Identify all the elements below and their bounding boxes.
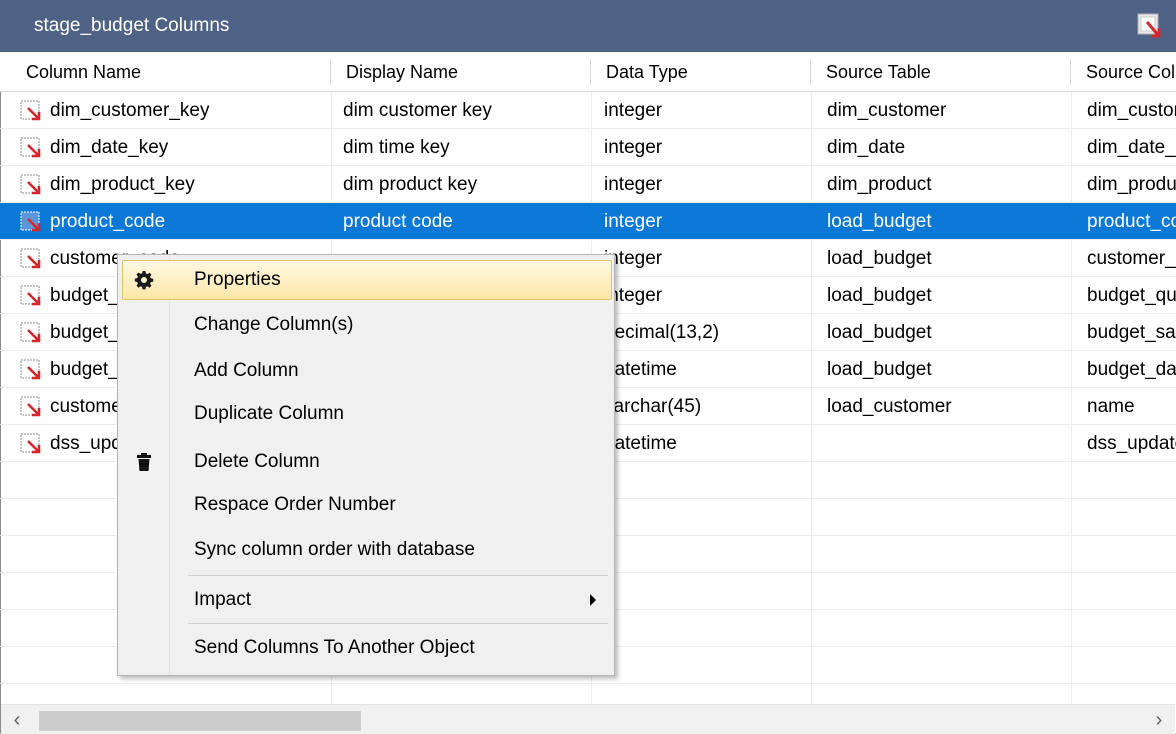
menu-item-respace-order-number[interactable]: Respace Order Number xyxy=(118,485,614,525)
menu-item-label: Respace Order Number xyxy=(194,494,396,515)
gear-icon xyxy=(134,271,154,290)
context-menu: Properties Change Column(s) Add Column D… xyxy=(117,254,615,676)
cell-column-name: dim_date_key xyxy=(50,137,169,158)
cell-source-column: dss_update_time xyxy=(1087,433,1176,454)
scrollbar-thumb[interactable] xyxy=(39,711,361,731)
cell-source-table: load_budget xyxy=(827,248,932,269)
cell-source-column: dim_customer_key xyxy=(1087,100,1176,121)
menu-item-duplicate-column[interactable]: Duplicate Column xyxy=(118,394,614,434)
cell-source-table: dim_date xyxy=(827,137,906,158)
menu-item-sync-column-order[interactable]: Sync column order with database xyxy=(118,530,614,570)
menu-separator xyxy=(188,623,608,624)
cell-data-type: integer xyxy=(604,248,663,269)
cell-display-name: product code xyxy=(343,211,453,232)
cell-source-column: customer_code xyxy=(1087,248,1176,269)
menu-item-label: Sync column order with database xyxy=(194,539,475,560)
header-data-type[interactable]: Data Type xyxy=(590,52,810,92)
cell-data-type: integer xyxy=(604,100,663,121)
cell-data-type: integer xyxy=(604,137,663,158)
cell-source-column: dim_date_key xyxy=(1087,137,1176,158)
header-source-table[interactable]: Source Table xyxy=(810,52,1070,92)
cell-source-column: budget_date xyxy=(1087,359,1176,380)
menu-item-properties[interactable]: Properties xyxy=(122,260,612,300)
menu-item-delete-column[interactable]: Delete Column xyxy=(118,442,614,482)
cell-source-table: load_budget xyxy=(827,285,932,306)
menu-item-label: Duplicate Column xyxy=(194,403,344,424)
cell-data-type: integer xyxy=(604,285,663,306)
cell-column-name: dim_product_key xyxy=(50,174,195,195)
column-header-row: Column Name Display Name Data Type Sourc… xyxy=(0,52,1176,92)
cell-column-name: dim_customer_key xyxy=(50,100,210,121)
menu-item-label: Add Column xyxy=(194,360,299,381)
horizontal-scrollbar[interactable]: ‹ › xyxy=(1,704,1175,734)
cell-display-name: dim customer key xyxy=(343,100,492,121)
menu-item-label: Impact xyxy=(194,589,252,610)
cell-display-name: dim product key xyxy=(343,174,478,195)
table-row[interactable]: dim_product_key dim product key integer dim… xyxy=(0,166,1176,203)
cell-source-column: product_code xyxy=(1087,211,1176,232)
menu-item-add-column[interactable]: Add Column xyxy=(118,351,614,391)
submenu-arrow-icon xyxy=(590,594,596,606)
trash-icon xyxy=(137,453,151,471)
header-column-name[interactable]: Column Name xyxy=(10,52,330,92)
table-row[interactable]: dim_customer_key dim customer key integer d… xyxy=(0,92,1176,129)
window-title: stage_budget Columns xyxy=(34,15,230,36)
cell-display-name: dim time key xyxy=(343,137,450,158)
menu-item-change-columns[interactable]: Change Column(s) xyxy=(118,305,614,345)
cell-data-type: integer xyxy=(604,174,663,195)
header-display-name[interactable]: Display Name xyxy=(330,52,590,92)
header-source-column[interactable]: Source Column xyxy=(1070,52,1176,92)
cell-source-table: dim_customer xyxy=(827,100,947,121)
table-row[interactable]: dim_date_key dim time key integer dim_date d… xyxy=(0,129,1176,166)
cell-column-name: product_code xyxy=(50,211,166,232)
pin-close-icon[interactable] xyxy=(1135,12,1165,40)
table-row[interactable]: product_code product code integer load_budg… xyxy=(0,203,1176,240)
cell-data-type: datetime xyxy=(604,359,677,380)
cell-source-table: load_customer xyxy=(827,396,952,417)
menu-item-label: Properties xyxy=(194,269,281,290)
scroll-left-icon[interactable]: ‹ xyxy=(7,709,27,731)
cell-source-table: dim_product xyxy=(827,174,932,195)
menu-item-label: Delete Column xyxy=(194,451,320,472)
scroll-right-icon[interactable]: › xyxy=(1149,709,1169,731)
menu-item-label: Send Columns To Another Object xyxy=(194,637,475,658)
cell-data-type: datetime xyxy=(604,433,677,454)
cell-source-column: budget_quantity xyxy=(1087,285,1176,306)
cell-source-table xyxy=(812,425,1070,462)
menu-item-label: Change Column(s) xyxy=(194,314,354,335)
menu-item-send-columns[interactable]: Send Columns To Another Object xyxy=(118,628,614,668)
cell-source-table: load_budget xyxy=(827,322,932,343)
cell-source-table: load_budget xyxy=(827,359,932,380)
menu-separator xyxy=(188,575,608,576)
cell-source-table: load_budget xyxy=(827,211,932,232)
menu-item-impact[interactable]: Impact xyxy=(118,580,614,620)
cell-source-column: name xyxy=(1087,396,1135,417)
cell-source-column: budget_sales_value xyxy=(1087,322,1176,343)
cell-data-type: integer xyxy=(604,211,663,232)
cell-source-column: dim_product_key xyxy=(1087,174,1176,195)
window-titlebar: stage_budget Columns xyxy=(0,0,1176,52)
cell-data-type: varchar(45) xyxy=(604,396,702,417)
cell-data-type: decimal(13,2) xyxy=(604,322,720,343)
